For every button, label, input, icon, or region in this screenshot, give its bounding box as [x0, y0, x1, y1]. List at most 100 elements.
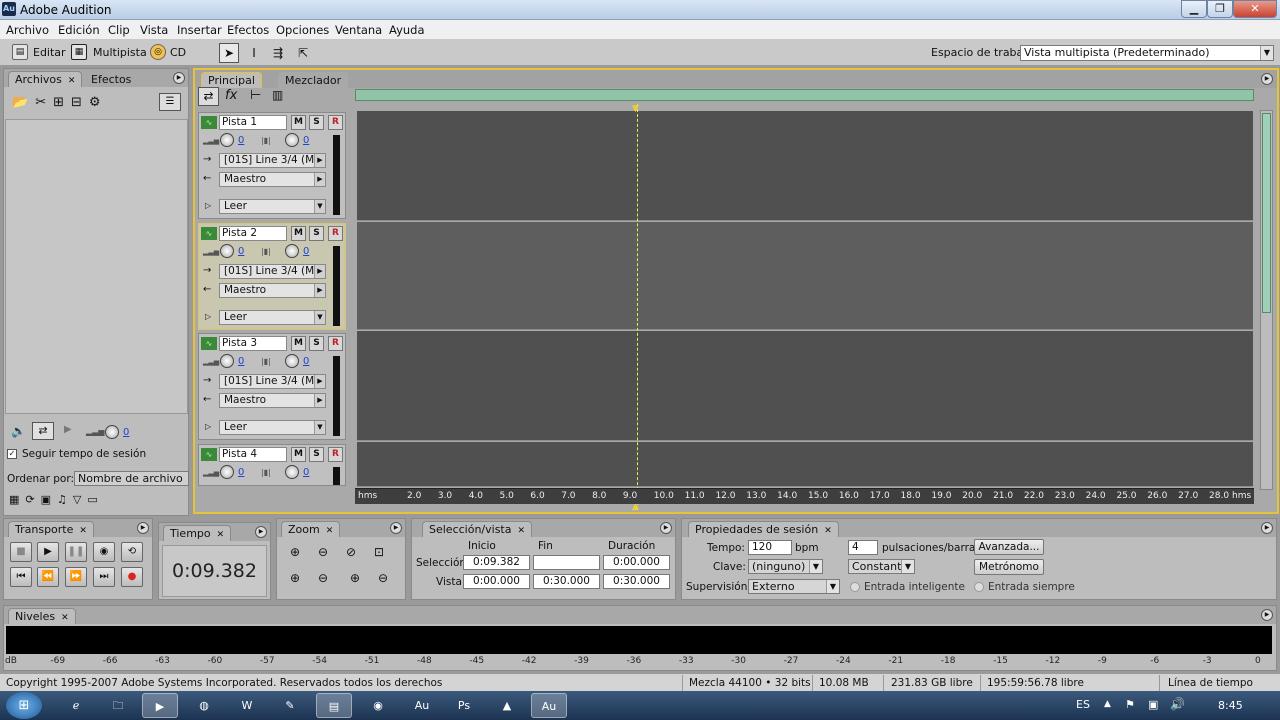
solo-button[interactable]: S — [309, 226, 324, 241]
tab-archivos[interactable]: Archivos ✕ — [8, 71, 83, 87]
automation-mode-select[interactable]: Leer ▼ — [219, 199, 326, 214]
network-icon[interactable]: ▣ — [1148, 698, 1158, 711]
time-selection-tool-icon[interactable]: Ι — [244, 43, 264, 63]
mute-button[interactable]: M — [291, 447, 306, 462]
track-volume-knob[interactable] — [220, 354, 234, 368]
menu-clip[interactable]: Clip — [108, 23, 130, 37]
rewind-button[interactable]: ⏪ — [37, 567, 59, 587]
tab-transporte[interactable]: Transporte ✕ — [8, 521, 94, 537]
menu-edicion[interactable]: Edición — [58, 23, 100, 37]
track-lane-4[interactable] — [357, 442, 1253, 487]
files-list[interactable] — [5, 119, 188, 414]
zoom-out-horizontal-icon[interactable]: ⊖ — [313, 543, 333, 561]
move-tool-icon[interactable]: ➤ — [219, 43, 239, 63]
tempo-mode-select[interactable]: Constant ▼ — [848, 559, 915, 574]
notepad-icon[interactable]: ▤ — [316, 693, 352, 718]
track-input-select[interactable]: [01S] Line 3/4 (M- ▶ — [219, 153, 326, 168]
track-input-select[interactable]: [01S] Line 3/4 (M- ▶ — [219, 264, 326, 279]
language-indicator[interactable]: ES — [1076, 698, 1090, 711]
close-tab-icon[interactable]: ✕ — [61, 613, 69, 623]
panel-menu-icon[interactable]: ▶ — [660, 522, 672, 534]
track-pan-knob[interactable] — [285, 133, 299, 147]
panel-menu-icon[interactable]: ▶ — [255, 526, 267, 538]
timeline-ruler[interactable]: hms hms 2.0 3.0 4.0 5.0 6.0 7.0 8.0 9.0 10.0 11.0… — [355, 488, 1254, 504]
tempo-field[interactable]: 120 — [748, 540, 792, 555]
filter-misc-icon[interactable]: ▭ — [87, 493, 103, 506]
filter-video-icon[interactable]: ▣ — [41, 493, 57, 506]
loop-preview-icon[interactable]: ⇄ — [32, 422, 54, 440]
loop-button[interactable]: ⟲ — [121, 542, 143, 562]
edit-view-icon[interactable]: ▤ — [12, 44, 28, 60]
view-start-field[interactable]: 0:00.000 — [463, 574, 530, 589]
panel-menu-icon[interactable]: ▶ — [137, 522, 149, 534]
track-volume-value[interactable]: 0 — [238, 135, 244, 146]
always-input-radio[interactable] — [974, 582, 984, 592]
start-button[interactable]: ⊞ — [6, 692, 42, 719]
sort-by-select[interactable]: Nombre de archivo — [74, 471, 189, 486]
menu-vista[interactable]: Vista — [140, 23, 168, 37]
internet-explorer-icon[interactable]: ℯ — [58, 693, 94, 718]
tab-zoom[interactable]: Zoom ✕ — [281, 521, 341, 537]
track-pan-value[interactable]: 0 — [303, 135, 309, 146]
fast-forward-button[interactable]: ⏩ — [65, 567, 87, 587]
zoom-to-left-icon[interactable]: ⊕ — [285, 569, 305, 587]
expand-automation-icon[interactable]: ▷ — [205, 201, 211, 210]
menu-ventana[interactable]: Ventana — [335, 23, 382, 37]
beats-per-bar-field[interactable]: 4 — [848, 540, 878, 555]
track-name-field[interactable]: Pista 1 — [219, 115, 287, 130]
play-button[interactable]: ▶ — [37, 542, 59, 562]
menu-archivo[interactable]: Archivo — [6, 23, 49, 37]
track-pan-value[interactable]: 0 — [303, 246, 309, 257]
speaker-icon[interactable]: 🔈 — [11, 424, 26, 438]
close-tab-icon[interactable]: ✕ — [517, 526, 525, 536]
track-output-select[interactable]: Maestro ▶ — [219, 172, 326, 187]
tab-propiedades-sesion[interactable]: Propiedades de sesión ✕ — [688, 521, 839, 537]
effects-icon[interactable]: fx — [225, 88, 237, 103]
playhead-cursor[interactable] — [637, 104, 638, 510]
panel-menu-icon[interactable]: ▶ — [1261, 522, 1273, 534]
close-tab-icon[interactable]: ✕ — [79, 526, 87, 536]
advanced-button[interactable]: Avanzada... — [974, 539, 1044, 555]
panel-menu-icon[interactable]: ▶ — [390, 522, 402, 534]
expand-automation-icon[interactable]: ▷ — [205, 312, 211, 321]
record-arm-button[interactable]: R — [328, 447, 343, 462]
cd-view-icon[interactable]: ◎ — [150, 44, 166, 60]
filter-options-icon[interactable]: ▽ — [73, 493, 87, 506]
key-select[interactable]: (ninguno) ▼ — [748, 559, 823, 574]
close-tab-icon[interactable]: ✕ — [326, 526, 334, 536]
selection-start-field[interactable]: 0:09.382 — [463, 555, 530, 570]
record-arm-button[interactable]: R — [328, 115, 343, 130]
mute-button[interactable]: M — [291, 226, 306, 241]
zoom-selection-icon[interactable]: ⊡ — [369, 543, 389, 561]
edit-view-label[interactable]: Editar — [33, 46, 66, 59]
monitoring-select[interactable]: Externo ▼ — [748, 579, 840, 594]
filter-midi-icon[interactable]: ♫ — [57, 493, 73, 506]
selection-end-field[interactable] — [533, 555, 600, 570]
scrub-tool-icon[interactable]: ⇶ — [268, 43, 288, 63]
zoom-out-full-icon[interactable]: ⊘ — [341, 543, 361, 561]
close-tab-icon[interactable]: ✕ — [824, 526, 832, 536]
cd-view-label[interactable]: CD — [170, 46, 186, 59]
menu-insertar[interactable]: Insertar — [177, 23, 222, 37]
multitrack-view-label[interactable]: Multipista — [93, 46, 147, 59]
chrome-icon[interactable]: ◍ — [186, 693, 222, 718]
zoom-in-horizontal-icon[interactable]: ⊕ — [285, 543, 305, 561]
tab-tiempo[interactable]: Tiempo ✕ — [163, 525, 232, 541]
media-player-icon[interactable]: ▶ — [142, 693, 178, 718]
tab-mezclador[interactable]: Mezclador — [278, 72, 349, 88]
track-volume-value[interactable]: 0 — [238, 246, 244, 257]
menu-opciones[interactable]: Opciones — [276, 23, 329, 37]
filter-audio-icon[interactable]: ▦ — [9, 493, 25, 506]
workspace-select[interactable]: Vista multipista (Predeterminado) ▼ — [1020, 45, 1274, 61]
browser-icon[interactable]: ▲ — [489, 693, 525, 718]
track-volume-knob[interactable] — [220, 133, 234, 147]
filter-loop-icon[interactable]: ⟳ — [25, 493, 40, 506]
eq-icon[interactable]: ▥ — [272, 88, 283, 102]
track-pan-value[interactable]: 0 — [303, 467, 309, 478]
track-output-select[interactable]: Maestro ▶ — [219, 283, 326, 298]
solo-button[interactable]: S — [309, 115, 324, 130]
track-lane-3[interactable] — [357, 331, 1253, 441]
play-from-cursor-button[interactable]: ◉ — [93, 542, 115, 562]
inputs-outputs-icon[interactable]: ⇄ — [198, 87, 219, 106]
track-volume-knob[interactable] — [220, 244, 234, 258]
